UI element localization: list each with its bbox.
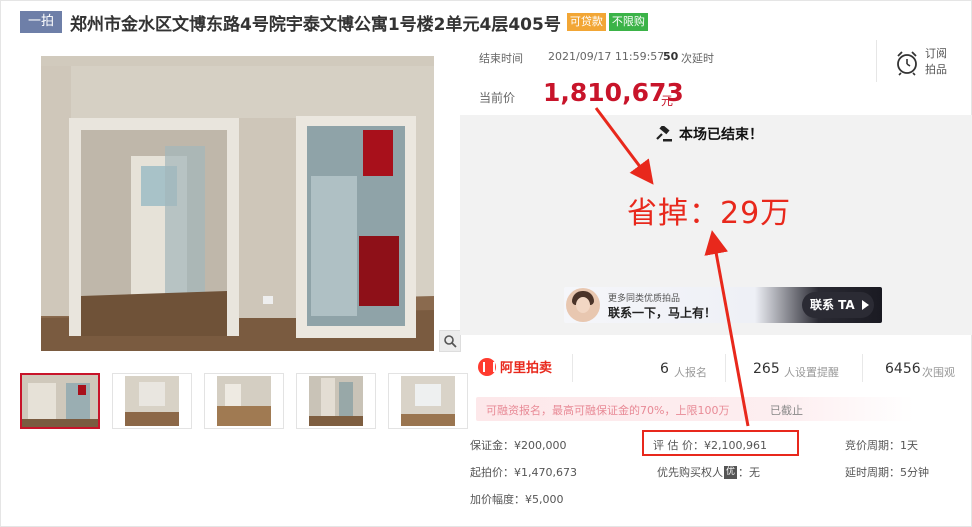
price-label: 当前价 xyxy=(479,91,516,105)
ad-line1: 更多同类优质拍品 xyxy=(608,294,681,304)
subscribe-button[interactable]: 订阅 拍品 xyxy=(876,40,956,82)
aliauction-logo: 阿里拍卖 xyxy=(478,357,552,376)
arrow-right-icon xyxy=(862,300,869,310)
zoom-icon xyxy=(444,335,457,348)
financing-text: 可融资报名，最高可融保证金的70%，上限100万 xyxy=(486,404,730,417)
thumbnail[interactable] xyxy=(20,373,100,429)
deposit: 保证金：¥200,000 xyxy=(470,439,567,452)
subscribe-line2: 拍品 xyxy=(925,63,947,76)
view-count: 6456 xyxy=(885,361,921,377)
delay-count: 50 xyxy=(663,50,679,63)
signup-label: 人报名 xyxy=(674,366,707,379)
loan-badge: 可贷款 xyxy=(566,13,606,31)
divider xyxy=(572,354,573,382)
priority-value: ：无 xyxy=(738,466,761,479)
appraisal-highlight-box xyxy=(642,430,799,456)
title-row: 一拍 郑州市金水区文博东路4号院宇泰文博公寓1号楼2单元4层405号 可贷款 不… xyxy=(20,11,648,35)
thumbnail[interactable] xyxy=(388,373,468,429)
priority-buyer: 优先购买权人 优 ：无 xyxy=(657,464,760,480)
signup-count: 6 xyxy=(660,361,669,377)
end-time-label: 结束时间 xyxy=(479,52,523,65)
bidding-cycle: 竞价周期：1天 xyxy=(845,439,918,452)
zoom-button[interactable] xyxy=(439,330,461,352)
contact-ta-label: 联系 TA xyxy=(810,298,855,312)
financing-status: 已截止 xyxy=(770,404,803,417)
thumbnail-strip xyxy=(20,373,468,429)
brand-name: 阿里拍卖 xyxy=(500,361,553,376)
gavel-icon xyxy=(656,126,672,142)
savings-annotation: 省掉：29万 xyxy=(627,196,792,231)
remind-label: 人设置提醒 xyxy=(784,366,839,379)
no-purchase-limit-badge: 不限购 xyxy=(608,13,648,31)
starting-price: 起拍价：¥1,470,673 xyxy=(470,466,577,479)
bid-increment: 加价幅度：¥5,000 xyxy=(470,493,564,506)
ended-text: 本场已结束！ xyxy=(679,127,763,143)
contact-ta-button[interactable]: 联系 TA xyxy=(802,292,874,318)
subscribe-line1: 订阅 xyxy=(925,47,947,60)
delay-cycle: 延时周期：5分钟 xyxy=(845,466,929,479)
end-time-value: 2021/09/17 11:59:57 xyxy=(548,50,665,63)
thumbnail[interactable] xyxy=(296,373,376,429)
view-label: 次围观 xyxy=(922,366,955,379)
remind-count: 265 xyxy=(753,361,780,377)
thumbnail[interactable] xyxy=(112,373,192,429)
main-property-photo[interactable] xyxy=(41,56,434,351)
page-title: 郑州市金水区文博东路4号院宇泰文博公寓1号楼2单元4层405号 xyxy=(70,14,561,35)
round-tag: 一拍 xyxy=(20,11,63,33)
auction-ended-notice: 本场已结束！ xyxy=(655,124,763,144)
avatar xyxy=(566,288,600,322)
divider xyxy=(862,354,863,382)
delay-label: 次延时 xyxy=(681,52,714,65)
divider xyxy=(725,354,726,382)
alarm-clock-icon xyxy=(897,51,917,76)
financing-notice: 可融资报名，最高可融保证金的70%，上限100万 已截止 xyxy=(476,397,914,421)
price-unit: 元 xyxy=(661,94,674,108)
ad-line2: 联系一下，马上有！ xyxy=(608,306,717,320)
aliauction-logo-icon xyxy=(478,357,496,376)
subscribe-label: 订阅 拍品 xyxy=(925,46,947,78)
contact-ad-banner[interactable]: 更多同类优质拍品 联系一下，马上有！ 联系 TA xyxy=(564,287,882,323)
priority-badge: 优 xyxy=(724,465,738,479)
thumbnail[interactable] xyxy=(204,373,284,429)
priority-label: 优先购买权人 xyxy=(657,466,723,479)
